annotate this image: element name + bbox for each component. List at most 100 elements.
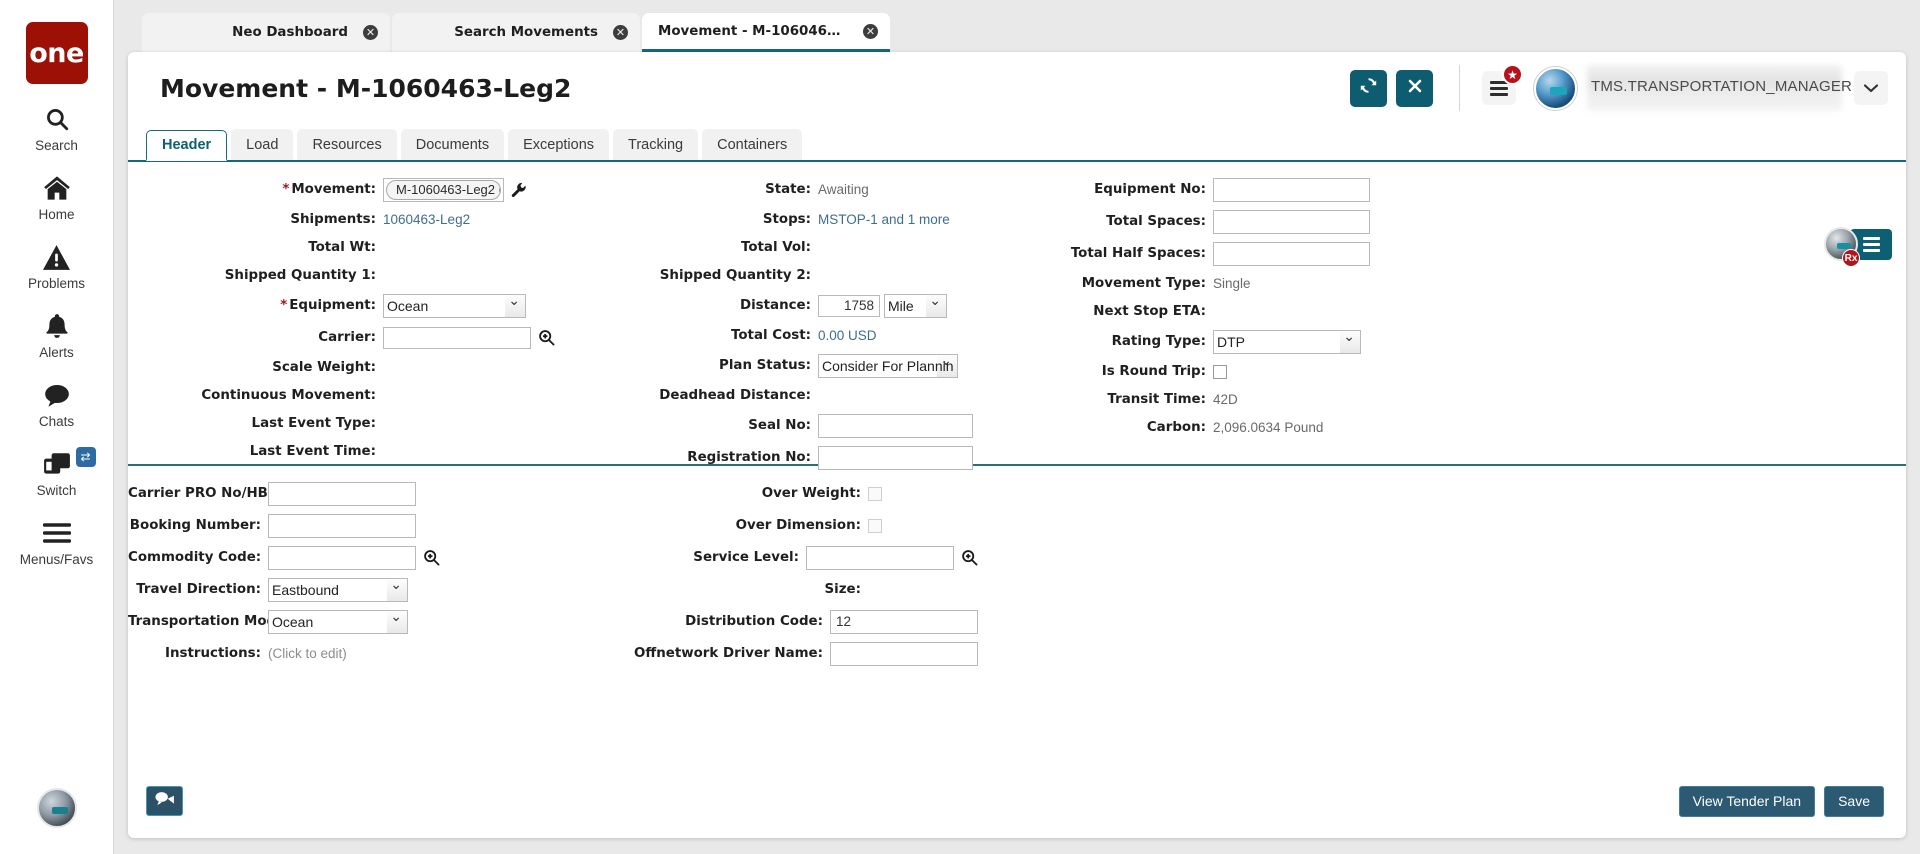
magnifier-plus-icon[interactable]	[423, 549, 440, 566]
booking-number-input[interactable]	[268, 513, 416, 538]
rail-item-home[interactable]: Home	[0, 173, 114, 222]
field-distance: Distance: Mile	[558, 292, 978, 319]
rating-type-select[interactable]: DTP	[1213, 329, 1361, 354]
star-badge[interactable]: ★	[1502, 64, 1523, 85]
field-total-spaces: Total Spaces:	[978, 208, 1398, 235]
close-icon[interactable]: ✕	[863, 23, 878, 39]
user-menu-button[interactable]	[1854, 71, 1888, 105]
close-icon[interactable]: ✕	[363, 25, 378, 40]
plan-status-select-wrap: Consider For Plannin	[818, 352, 958, 378]
registration-no-input[interactable]	[818, 445, 973, 470]
field-booking-number: Booking Number:	[128, 512, 558, 539]
wrench-icon[interactable]	[511, 182, 527, 198]
field-label: Shipped Quantity 2:	[659, 268, 811, 283]
field-rating-type: Rating Type: DTP	[978, 328, 1398, 355]
instructions-edit-link[interactable]: (Click to edit)	[268, 646, 347, 661]
rx-badge[interactable]: Rx	[1842, 249, 1860, 267]
save-button[interactable]: Save	[1824, 785, 1884, 817]
field-shipments: Shipments: 1060463-Leg2	[128, 208, 558, 231]
tab-documents[interactable]: Documents	[400, 129, 505, 160]
commodity-code-input[interactable]	[268, 545, 416, 570]
rail-label: Alerts	[39, 345, 74, 360]
field-last-event-time: Last Event Time:	[128, 440, 558, 463]
chat-button[interactable]	[146, 786, 183, 816]
field-label: Size:	[824, 582, 861, 597]
form-section-main: *Movement: M-1060463-Leg2 (Custo Shipmen…	[128, 162, 1906, 470]
browser-tab-strip: Neo Dashboard ✕ Search Movements ✕ Movem…	[114, 0, 1920, 52]
user-avatar[interactable]	[1534, 66, 1577, 110]
tab-exceptions[interactable]: Exceptions	[508, 129, 610, 160]
travel-direction-select[interactable]: Eastbound	[268, 577, 408, 602]
rail-avatar[interactable]	[36, 788, 77, 828]
browser-tab-search-movements[interactable]: Search Movements ✕	[392, 13, 640, 52]
field-last-event-type: Last Event Type:	[128, 412, 558, 435]
service-level-input[interactable]	[806, 545, 954, 570]
equipment-select[interactable]: Ocean	[383, 293, 526, 318]
tab-load[interactable]: Load	[231, 129, 294, 160]
movement-chip[interactable]: M-1060463-Leg2 (Custo	[386, 179, 501, 200]
field-transportation-mode: Transportation Mode: Ocean	[128, 608, 558, 635]
field-label: Distribution Code:	[685, 614, 823, 629]
field-label: Commodity Code:	[128, 550, 262, 565]
field-label: Carrier:	[318, 330, 376, 345]
rail-label: Menus/Favs	[19, 552, 94, 567]
field-registration-no: Registration No:	[558, 444, 978, 471]
movement-input[interactable]: M-1060463-Leg2 (Custo	[383, 177, 504, 202]
carrier-input[interactable]	[383, 326, 531, 349]
plan-status-select[interactable]: Consider For Plannin	[818, 353, 958, 378]
field-value[interactable]: 1060463-Leg2	[383, 212, 470, 227]
magnifier-plus-icon[interactable]	[961, 549, 978, 566]
field-value: 2,096.0634 Pound	[1213, 420, 1324, 435]
browser-tab-neo-dashboard[interactable]: Neo Dashboard ✕	[142, 13, 390, 52]
form-column-3: Equipment No: Total Spaces: Total Half S…	[978, 176, 1398, 452]
over-dimension-checkbox[interactable]	[868, 518, 882, 533]
switch-toggle-badge[interactable]: ⇄	[75, 447, 96, 467]
total-spaces-input[interactable]	[1213, 209, 1370, 234]
is-round-trip-checkbox[interactable]	[1213, 364, 1227, 379]
carrier-pro-input[interactable]	[268, 481, 416, 506]
field-movement: *Movement: M-1060463-Leg2 (Custo	[128, 176, 558, 203]
required-marker: *	[282, 182, 290, 197]
field-label: Total Cost:	[731, 328, 811, 343]
field-value[interactable]: MSTOP-1 and 1 more	[818, 212, 950, 227]
rail-item-menus-favs[interactable]: Menus/Favs	[0, 518, 114, 567]
rail-item-switch[interactable]: ⇄ Switch	[0, 447, 114, 498]
equipment-no-input[interactable]	[1213, 177, 1370, 202]
over-weight-checkbox[interactable]	[868, 486, 882, 501]
one-logo[interactable]: one	[25, 22, 88, 84]
rail-item-chats[interactable]: Chats	[0, 380, 114, 429]
view-tender-plan-button[interactable]: View Tender Plan	[1678, 785, 1816, 817]
distance-unit-select[interactable]: Mile	[884, 293, 947, 318]
field-total-vol: Total Vol:	[558, 236, 978, 259]
field-label: Carrier PRO No/HBL:	[128, 486, 282, 501]
total-half-spaces-input[interactable]	[1213, 241, 1370, 266]
tab-containers[interactable]: Containers	[702, 129, 803, 160]
required-marker: *	[280, 298, 288, 313]
chevron-down-icon	[1863, 81, 1879, 96]
browser-tab-movement[interactable]: Movement - M-1060463-Leg2 ✕	[642, 13, 890, 52]
rail-item-search[interactable]: Search	[0, 104, 114, 153]
rail-item-problems[interactable]: Problems	[0, 242, 114, 291]
field-seal-no: Seal No:	[558, 412, 978, 439]
tab-resources[interactable]: Resources	[297, 129, 397, 160]
distance-input[interactable]	[818, 294, 880, 317]
page-footer: View Tender Plan Save	[128, 764, 1906, 838]
travel-direction-select-wrap: Eastbound	[268, 576, 408, 602]
magnifier-plus-icon[interactable]	[538, 329, 555, 346]
rail-item-alerts[interactable]: Alerts	[0, 311, 114, 360]
field-value: 42D	[1213, 392, 1238, 407]
close-icon[interactable]: ✕	[613, 25, 628, 40]
seal-no-input[interactable]	[818, 413, 973, 438]
tab-tracking[interactable]: Tracking	[613, 129, 699, 160]
field-scale-weight: Scale Weight:	[128, 356, 558, 379]
tab-header[interactable]: Header	[146, 130, 228, 161]
field-commodity-code: Commodity Code:	[128, 544, 558, 571]
transportation-mode-select[interactable]: Ocean	[268, 609, 408, 634]
refresh-button[interactable]	[1350, 69, 1387, 107]
field-equipment: * Equipment: Ocean	[128, 292, 558, 319]
distribution-code-input[interactable]	[830, 609, 978, 634]
offnetwork-driver-input[interactable]	[830, 641, 978, 666]
tab-label: Search Movements	[454, 25, 598, 40]
field-label: Movement Type:	[1081, 276, 1206, 291]
close-button[interactable]	[1396, 69, 1433, 107]
